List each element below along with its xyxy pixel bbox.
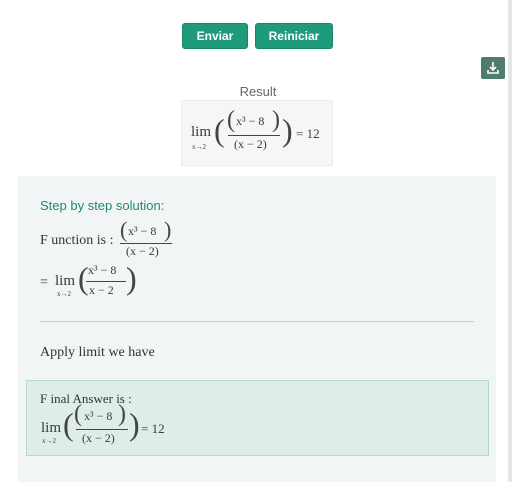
download-icon [487,62,499,74]
final-numerator: x³ − 8 [84,409,113,423]
result-open-paren: ( [214,112,225,148]
result-close-paren: ) [282,112,293,148]
final-denominator: x − 2 [86,431,111,445]
function-num-close-paren: ) [164,217,172,242]
step-lim: lim [55,273,76,289]
result-numerator: x³ − 8 [236,114,265,128]
window-border [508,0,512,482]
result-inner-open-paren: ( [227,107,235,133]
send-button[interactable]: Enviar [182,23,248,49]
download-button[interactable] [481,57,505,79]
result-inner-close-paren: ) [272,107,280,133]
function-denominator-paren: (x − 2) [126,244,159,258]
result-denominator: x − 2 [238,137,263,151]
result-value: = 12 [296,126,320,141]
final-fraction-bar [76,429,128,430]
step-denominator: x − 2 [89,283,114,297]
apply-limit-text: Apply limit we have [40,345,155,360]
final-denominator-paren: (x − 2) [82,431,115,445]
result-fraction-bar [228,135,280,136]
final-inner-open-paren: ( [74,401,82,427]
steps-title: Step by step solution: [40,198,165,213]
final-inner-close-paren: ) [118,401,126,427]
final-lim-sub: x→2 [42,437,56,445]
step-numerator: x³ − 8 [88,263,117,277]
divider [40,321,474,322]
equals-sign: = [40,275,48,290]
final-close-paren: ) [129,406,140,442]
function-label: F unction is : [40,233,114,248]
function-num-open-paren: ( [120,217,128,242]
result-label: Result [239,84,277,99]
function-denominator: x − 2 [130,244,155,258]
step-lim-sub: x→2 [57,290,71,298]
function-numerator: x³ − 8 [128,224,157,238]
final-lim: lim [41,420,62,436]
reset-button[interactable]: Reiniciar [255,23,333,49]
result-lim: lim [191,124,212,140]
result-denominator-paren: (x − 2) [234,137,267,151]
final-value: = 12 [141,421,165,436]
step-fraction-bar [86,281,126,282]
result-lim-sub: x→2 [192,143,206,151]
final-open-paren: ( [63,406,74,442]
step-close-paren: ) [126,260,137,296]
